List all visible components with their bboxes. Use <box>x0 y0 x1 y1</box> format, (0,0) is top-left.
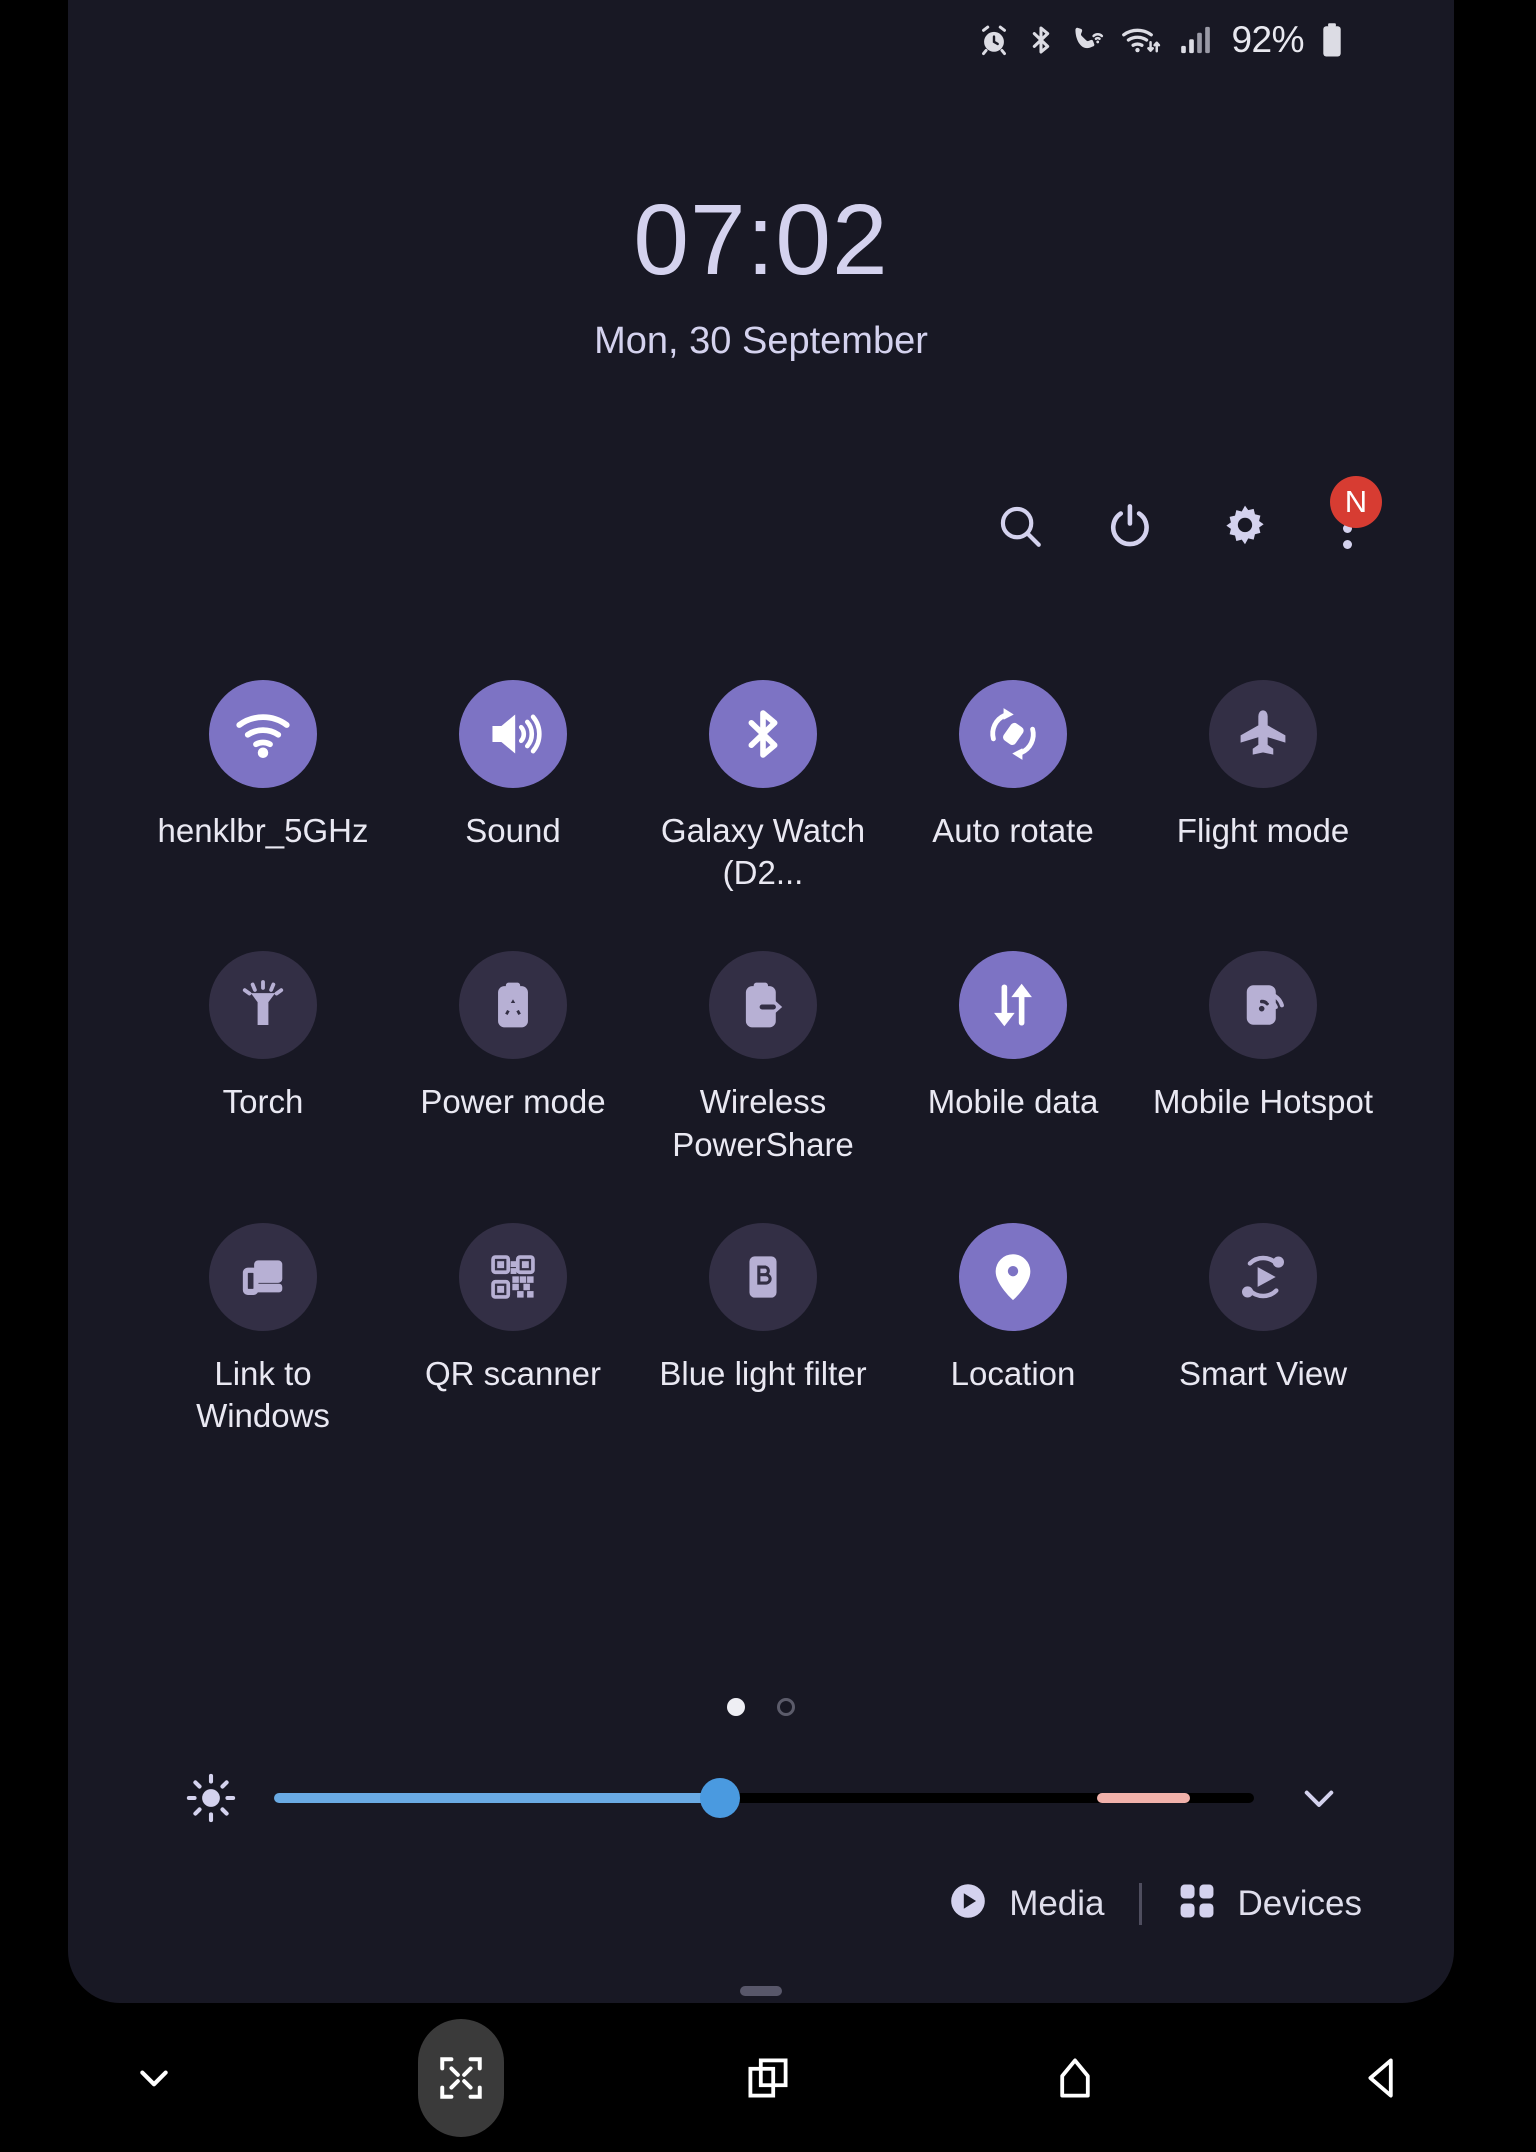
navigation-bar <box>0 2003 1536 2152</box>
auto-rotate-icon <box>959 680 1067 788</box>
clock-date: Mon, 30 September <box>594 320 928 362</box>
status-badge: N <box>1330 476 1382 528</box>
alarm-icon <box>977 23 1011 57</box>
power-icon[interactable] <box>1107 501 1157 556</box>
page-dot-1[interactable] <box>727 1698 745 1716</box>
tile-label: Galaxy Watch (D2... <box>660 812 866 892</box>
panel-drag-handle[interactable] <box>740 1986 782 1996</box>
nav-shrink-icon <box>417 2018 504 2137</box>
slider-warm-segment <box>1097 1793 1191 1803</box>
wifi-calling-icon <box>1071 23 1107 57</box>
quick-settings-actions: N <box>995 476 1382 557</box>
tile-qr-scanner[interactable]: QR scanner <box>388 1222 638 1437</box>
tile-auto-rotate[interactable]: Auto rotate <box>888 680 1138 894</box>
wifi-icon <box>209 680 317 788</box>
media-button[interactable]: Media <box>947 1880 1105 1927</box>
brightness-slider[interactable] <box>274 1770 1254 1826</box>
play-circle-icon <box>947 1880 989 1927</box>
tile-label: Smart View <box>1178 1354 1348 1392</box>
tile-label: Torch <box>222 1083 304 1121</box>
location-pin-icon <box>959 1222 1067 1331</box>
signal-bars-icon <box>1179 24 1211 56</box>
clock-time: 07:02 <box>633 184 889 296</box>
blue-light-icon <box>709 1222 817 1331</box>
mobile-data-icon <box>959 951 1067 1060</box>
tile-label: Location <box>950 1354 1076 1392</box>
nav-shrink-button[interactable] <box>307 2018 614 2137</box>
slider-thumb[interactable] <box>699 1778 740 1818</box>
gear-icon[interactable] <box>1219 500 1271 557</box>
tile-label: Mobile Hotspot <box>1152 1083 1374 1121</box>
tile-blue-light-filter[interactable]: Blue light filter <box>638 1222 888 1437</box>
divider <box>1138 1882 1142 1925</box>
tile-torch[interactable]: Torch <box>138 951 388 1165</box>
chevron-down-icon[interactable] <box>1296 1775 1342 1821</box>
kebab-menu-icon[interactable]: N <box>1330 476 1382 553</box>
bluetooth-icon <box>1025 24 1057 56</box>
page-dot-2[interactable] <box>777 1698 795 1716</box>
volume-icon <box>459 680 567 788</box>
quick-settings-panel: 92% 07:02 Mon, 30 September N henklbr_5G… <box>68 0 1454 2003</box>
nav-home-icon[interactable] <box>922 2054 1229 2102</box>
quick-settings-tile-grid: henklbr_5GHz Sound Galaxy Watch (D2... A… <box>138 680 1388 1437</box>
phone-screen: 92% 07:02 Mon, 30 September N henklbr_5G… <box>0 0 1536 2152</box>
qr-code-icon <box>459 1222 567 1331</box>
search-icon[interactable] <box>995 501 1045 556</box>
devices-label: Devices <box>1237 1883 1362 1923</box>
tile-label: henklbr_5GHz <box>157 812 369 849</box>
tile-smart-view[interactable]: Smart View <box>1138 1222 1388 1437</box>
tile-power-mode[interactable]: Power mode <box>388 951 638 1165</box>
nav-recents-icon[interactable] <box>614 2054 921 2102</box>
tile-label: Sound <box>465 812 561 849</box>
power-share-icon <box>709 951 817 1060</box>
devices-grid-icon <box>1176 1880 1218 1927</box>
hotspot-icon <box>1209 951 1317 1060</box>
bluetooth-icon <box>709 680 817 788</box>
media-label: Media <box>1009 1883 1105 1923</box>
tile-label: Wireless PowerShare <box>672 1083 854 1163</box>
lock-clock: 07:02 Mon, 30 September <box>68 190 1454 363</box>
tile-wireless-powershare[interactable]: Wireless PowerShare <box>638 951 888 1165</box>
brightness-sun-icon <box>176 1772 246 1824</box>
tile-label: Flight mode <box>1176 812 1350 849</box>
slider-fill <box>274 1793 720 1803</box>
nav-collapse-icon[interactable] <box>0 2053 307 2103</box>
page-indicator <box>68 1698 1454 1716</box>
tile-label: Auto rotate <box>932 812 1094 849</box>
tile-mobile-hotspot[interactable]: Mobile Hotspot <box>1138 951 1388 1165</box>
tile-label: Power mode <box>420 1083 606 1121</box>
tile-label: Mobile data <box>927 1083 1099 1121</box>
power-mode-icon <box>459 951 567 1060</box>
battery-full-icon <box>1320 22 1344 58</box>
tile-flight-mode[interactable]: Flight mode <box>1138 680 1388 894</box>
tile-label: QR scanner <box>424 1354 602 1392</box>
wifi-data-icon <box>1121 23 1165 57</box>
devices-button[interactable]: Devices <box>1176 1880 1362 1927</box>
tile-mobile-data[interactable]: Mobile data <box>888 951 1138 1165</box>
tile-wifi[interactable]: henklbr_5GHz <box>138 680 388 894</box>
airplane-icon <box>1209 680 1317 788</box>
flashlight-icon <box>209 951 317 1060</box>
battery-percent-label: 92% <box>1231 19 1304 60</box>
brightness-control <box>68 1770 1454 1826</box>
tile-bluetooth[interactable]: Galaxy Watch (D2... <box>638 680 888 894</box>
link-to-windows-icon <box>209 1222 317 1331</box>
media-devices-bar: Media Devices <box>947 1880 1362 1927</box>
tile-sound[interactable]: Sound <box>388 680 638 894</box>
tile-label: Blue light filter <box>659 1354 867 1392</box>
tile-label: Link to Windows <box>196 1354 330 1435</box>
tile-location[interactable]: Location <box>888 1222 1138 1437</box>
nav-back-icon[interactable] <box>1229 2054 1536 2102</box>
status-bar: 92% <box>68 0 1454 80</box>
tile-link-to-windows[interactable]: Link to Windows <box>138 1222 388 1437</box>
smart-view-icon <box>1209 1222 1317 1331</box>
